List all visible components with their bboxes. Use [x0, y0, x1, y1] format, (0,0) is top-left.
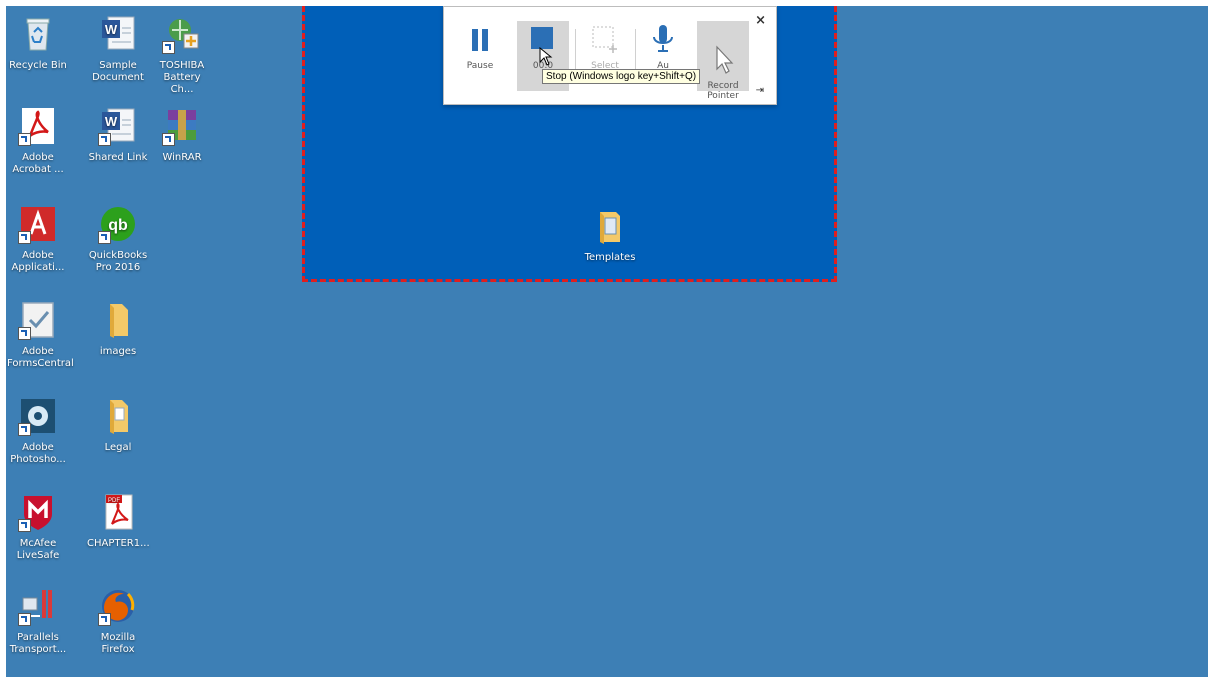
firefox-icon [98, 586, 138, 626]
icon-label: Adobe FormsCentral [7, 346, 74, 369]
pause-label: Pause [466, 61, 494, 71]
icon-label: Recycle Bin [9, 60, 67, 71]
icon-label: Parallels Transport... [9, 632, 67, 655]
toshiba-battery-icon [162, 14, 202, 54]
pin-icon[interactable]: ⇥ [756, 85, 764, 96]
desktop-icon-mcafee[interactable]: McAfee LiveSafe [6, 492, 70, 562]
pointer-icon [697, 31, 749, 74]
desktop-icon-adobe-application-manager[interactable]: Adobe Applicati... [6, 204, 70, 274]
desktop-icon-adobe-formscentral[interactable]: Adobe FormsCentral [6, 300, 74, 370]
adobe-application-manager-icon [18, 204, 58, 244]
adobe-formscentral-icon [18, 300, 58, 340]
icon-label: CHAPTER1... [87, 538, 150, 549]
mcafee-icon [18, 492, 58, 532]
pdf-file-icon: PDF [98, 492, 138, 532]
desktop-icon-images[interactable]: images [86, 300, 150, 358]
icon-label: Adobe Applicati... [11, 250, 65, 273]
shortcut-arrow-icon [18, 327, 31, 340]
svg-text:qb: qb [108, 217, 128, 234]
record-pointer-button[interactable]: Record Pointer [697, 21, 749, 101]
shortcut-arrow-icon [18, 133, 31, 146]
desktop-icon-chapter1[interactable]: PDF CHAPTER1... [86, 492, 150, 550]
select-area-icon [579, 21, 631, 61]
icon-label: McAfee LiveSafe [16, 538, 60, 561]
icon-label: Templates [584, 252, 636, 263]
word-document-icon: W [98, 14, 138, 54]
folder-icon [98, 396, 138, 436]
quickbooks-icon: qb [98, 204, 138, 244]
desktop-icon-firefox[interactable]: Mozilla Firefox [86, 586, 150, 656]
desktop-icon-parallels-transporter[interactable]: Parallels Transport... [6, 586, 70, 656]
desktop-icon-winrar[interactable]: WinRAR [150, 106, 214, 164]
adobe-acrobat-icon [18, 106, 58, 146]
region-icon-templates[interactable]: Templates [578, 206, 642, 264]
icon-label: Mozilla Firefox [100, 632, 136, 655]
mouse-cursor-icon [539, 47, 553, 66]
icon-label: Sample Document [92, 60, 144, 83]
shortcut-arrow-icon [18, 231, 31, 244]
pause-icon [454, 21, 506, 61]
desktop-icon-legal[interactable]: Legal [86, 396, 150, 454]
desktop-icon-shared-link[interactable]: W Shared Link [86, 106, 150, 164]
parallels-transporter-icon [18, 586, 58, 626]
shortcut-arrow-icon [98, 231, 111, 244]
shortcut-arrow-icon [162, 133, 175, 146]
shortcut-arrow-icon [18, 423, 31, 436]
shortcut-arrow-icon [98, 613, 111, 626]
record-pointer-label: Record Pointer [707, 81, 739, 101]
pause-button[interactable]: Pause [454, 21, 506, 91]
desktop-icon-adobe-acrobat[interactable]: Adobe Acrobat ... [6, 106, 70, 176]
close-icon[interactable]: × [755, 13, 766, 28]
icon-label: Shared Link [88, 152, 148, 163]
desktop-icon-toshiba-battery[interactable]: TOSHIBA Battery Ch... [150, 14, 214, 96]
recycle-bin-icon [18, 14, 58, 54]
shortcut-arrow-icon [98, 133, 111, 146]
desktop-icon-quickbooks[interactable]: qb QuickBooks Pro 2016 [86, 204, 150, 274]
icon-label: Legal [104, 442, 132, 453]
icon-label: TOSHIBA Battery Ch... [159, 60, 205, 95]
desktop-icon-sample-document[interactable]: W Sample Document [86, 14, 150, 84]
svg-text:W: W [105, 114, 118, 129]
shortcut-arrow-icon [18, 519, 31, 532]
winrar-icon [162, 106, 202, 146]
word-document-icon: W [98, 106, 138, 146]
shortcut-arrow-icon [18, 613, 31, 626]
stop-tooltip: Stop (Windows logo key+Shift+Q) [542, 69, 701, 84]
icon-label: Adobe Photosho... [10, 442, 66, 465]
desktop-icon-adobe-photoshop[interactable]: Adobe Photosho... [6, 396, 70, 466]
icon-label: Adobe Acrobat ... [12, 152, 64, 175]
desktop: Recycle Bin Adobe Acrobat ... Adobe Appl… [6, 6, 1208, 677]
desktop-icon-recycle-bin[interactable]: Recycle Bin [6, 14, 70, 72]
icon-label: WinRAR [162, 152, 202, 163]
shortcut-arrow-icon [162, 41, 175, 54]
folder-icon [98, 300, 138, 340]
svg-text:W: W [105, 22, 118, 37]
icon-label: images [99, 346, 137, 357]
adobe-photoshop-icon [18, 396, 58, 436]
microphone-icon [637, 21, 689, 61]
icon-label: QuickBooks Pro 2016 [88, 250, 148, 273]
recorder-toolbar: Pause 00:0 Select Au Record Pointer × ⇥ [443, 6, 777, 105]
folder-icon [590, 206, 630, 246]
